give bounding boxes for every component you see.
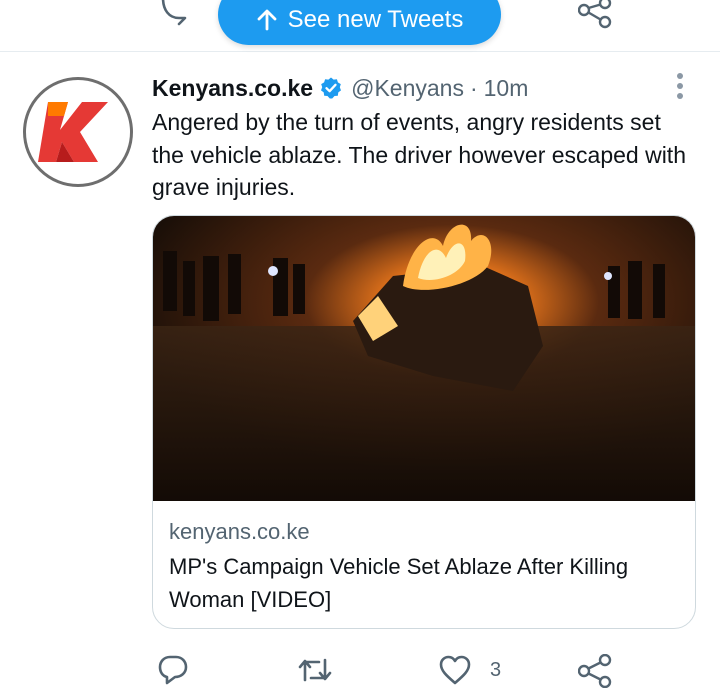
share-icon[interactable] (578, 0, 612, 30)
card-image (153, 216, 695, 501)
heart-icon (439, 655, 471, 685)
retweet-button[interactable] (297, 654, 351, 686)
card-domain: kenyans.co.ke (169, 519, 310, 544)
reply-icon (158, 655, 188, 685)
share-button[interactable] (578, 654, 612, 688)
kenyans-k-logo (38, 102, 108, 162)
share-icon (578, 654, 612, 688)
tweet-actions: 3 (0, 645, 720, 695)
reply-button[interactable] (157, 654, 207, 686)
reply-icon[interactable] (157, 0, 189, 30)
more-options-icon[interactable] (668, 72, 692, 102)
tweet-text: Angered by the turn of events, angry res… (152, 109, 686, 200)
link-card[interactable]: kenyans.co.ke MP's Campaign Vehicle Set … (152, 215, 696, 629)
separator-dot: · (469, 74, 478, 101)
see-new-tweets-button[interactable]: See new Tweets (218, 0, 501, 45)
author-name[interactable]: Kenyans.co.ke (152, 75, 313, 102)
verified-badge-icon (321, 77, 342, 99)
avatar[interactable] (23, 77, 133, 187)
author-handle[interactable]: @Kenyans (351, 75, 464, 102)
tweet-timestamp[interactable]: 10m (484, 75, 529, 102)
retweet-icon (298, 658, 332, 682)
like-button[interactable]: 3 (438, 654, 501, 686)
tweet-header: Kenyans.co.ke @Kenyans · 10m (152, 72, 528, 104)
see-new-tweets-label: See new Tweets (287, 5, 464, 33)
arrow-up-icon (257, 9, 277, 30)
like-count: 3 (490, 658, 502, 681)
card-title: MP's Campaign Vehicle Set Ablaze After K… (169, 554, 629, 612)
